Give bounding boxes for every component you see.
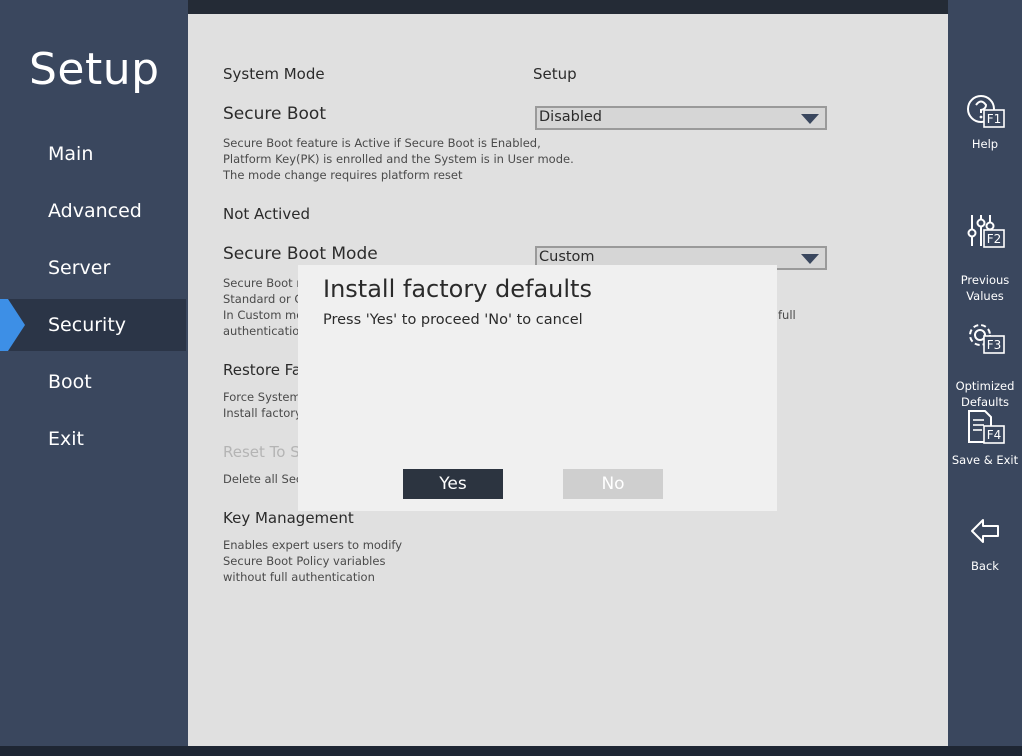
nav-item-server[interactable]: Server bbox=[0, 242, 186, 294]
nav-item-label: Boot bbox=[48, 371, 92, 393]
back-button[interactable]: Back bbox=[948, 514, 1022, 574]
nav-item-label: Advanced bbox=[48, 200, 142, 222]
restore-factory-keys-label[interactable]: Restore Fa bbox=[223, 361, 301, 379]
function-key-bar: F1 Help F2 Previous Values F3 Optimized … bbox=[948, 0, 1022, 746]
nav-item-exit[interactable]: Exit bbox=[0, 413, 186, 465]
chevron-down-icon bbox=[801, 254, 819, 264]
active-marker bbox=[0, 299, 8, 351]
dialog-title: Install factory defaults bbox=[323, 275, 592, 303]
secure-boot-mode-selected-value: Custom bbox=[539, 249, 595, 265]
nav-item-label: Security bbox=[48, 314, 127, 336]
top-bar bbox=[188, 0, 948, 14]
app-title: Setup bbox=[29, 44, 160, 95]
save-and-exit-button[interactable]: F4 Save & Exit bbox=[948, 408, 1022, 468]
nav-item-label: Server bbox=[48, 257, 111, 279]
back-label: Back bbox=[971, 559, 999, 573]
secure-boot-selected-value: Disabled bbox=[539, 109, 602, 125]
save-doc-icon: F4 bbox=[968, 410, 1005, 444]
sliders-icon: F2 bbox=[967, 215, 1005, 248]
chevron-down-icon bbox=[801, 114, 819, 124]
svg-text:F1: F1 bbox=[987, 112, 1002, 126]
reset-to-setup-mode-label: Reset To S bbox=[223, 443, 300, 461]
reset-to-setup-mode-description: Delete all Sec bbox=[223, 472, 303, 486]
dialog-message: Press 'Yes' to proceed 'No' to cancel bbox=[323, 312, 583, 328]
secure-boot-mode-label: Secure Boot Mode bbox=[223, 244, 378, 264]
factory-defaults-dialog: Install factory defaults Press 'Yes' to … bbox=[298, 265, 777, 511]
no-button[interactable]: No bbox=[563, 469, 663, 499]
svg-text:F2: F2 bbox=[987, 232, 1002, 246]
secure-boot-description: Secure Boot feature is Active if Secure … bbox=[223, 136, 574, 182]
system-mode-label: System Mode bbox=[223, 65, 325, 83]
secure-boot-mode-description-tail: full bbox=[778, 308, 796, 322]
active-marker-arrow bbox=[8, 299, 25, 351]
key-management-description: Enables expert users to modify Secure Bo… bbox=[223, 538, 403, 584]
secure-boot-label: Secure Boot bbox=[223, 104, 326, 124]
nav-item-security[interactable]: Security bbox=[0, 299, 186, 351]
optimized-defaults-label: Optimized Defaults bbox=[955, 379, 1015, 409]
help-button[interactable]: F1 Help bbox=[948, 92, 1022, 152]
left-navigation: Setup Main Advanced Server Security Boot… bbox=[0, 0, 188, 746]
key-management-label[interactable]: Key Management bbox=[223, 509, 354, 527]
bottom-strip bbox=[0, 746, 1022, 756]
secure-boot-mode-description: Secure Boot m Standard or Cu In Custom m… bbox=[223, 276, 310, 338]
previous-values-label: Previous Values bbox=[960, 273, 1010, 303]
restore-factory-keys-description: Force System Install factory bbox=[223, 390, 302, 420]
secure-boot-select[interactable]: Disabled bbox=[535, 106, 827, 130]
optimized-defaults-button[interactable]: F3 Optimized Defaults bbox=[948, 302, 1022, 410]
help-label: Help bbox=[971, 137, 999, 151]
help-icon: F1 bbox=[967, 95, 1005, 128]
back-arrow-icon bbox=[971, 519, 999, 543]
nav-item-advanced[interactable]: Advanced bbox=[0, 185, 186, 237]
save-and-exit-label: Save & Exit bbox=[951, 453, 1019, 467]
system-mode-value: Setup bbox=[533, 65, 577, 83]
nav-item-boot[interactable]: Boot bbox=[0, 356, 186, 408]
nav-item-label: Main bbox=[48, 143, 94, 165]
nav-item-label: Exit bbox=[48, 428, 84, 450]
gear-icon: F3 bbox=[969, 324, 1005, 354]
yes-button[interactable]: Yes bbox=[403, 469, 503, 499]
secure-boot-status: Not Actived bbox=[223, 205, 310, 223]
svg-text:F3: F3 bbox=[987, 338, 1002, 352]
previous-values-button[interactable]: F2 Previous Values bbox=[948, 196, 1022, 304]
nav-item-main[interactable]: Main bbox=[0, 128, 186, 180]
svg-text:F4: F4 bbox=[987, 428, 1002, 442]
